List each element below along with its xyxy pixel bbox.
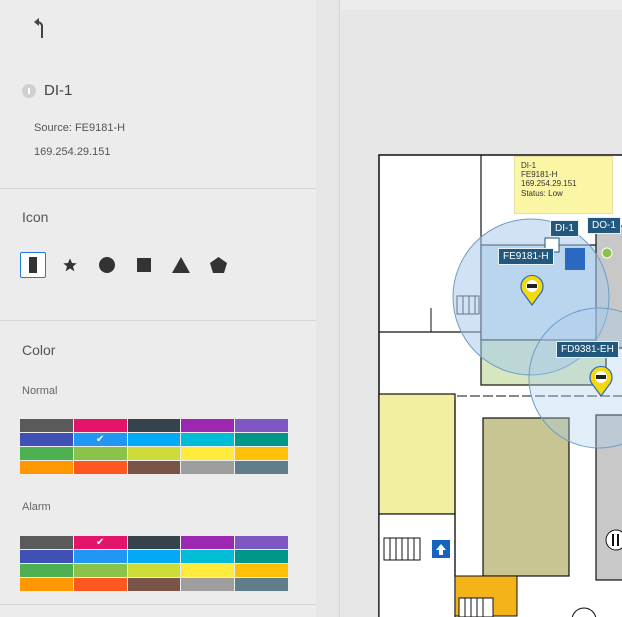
color-swatch[interactable] [127, 447, 182, 461]
color-swatch[interactable] [73, 447, 128, 461]
color-swatch[interactable] [181, 536, 236, 550]
tooltip-line: Status: Low [521, 188, 563, 198]
color-swatch[interactable] [181, 550, 236, 564]
floor-plan [378, 154, 622, 617]
device-source: Source: FE9181-H [34, 122, 126, 134]
divider [0, 320, 316, 321]
panel-splitter[interactable] [316, 0, 340, 617]
square-icon[interactable] [131, 252, 157, 278]
color-swatch[interactable] [127, 419, 182, 433]
color-swatch[interactable] [20, 461, 74, 475]
color-section-title: Color [22, 342, 56, 358]
color-swatch[interactable] [73, 578, 128, 592]
icon-section-title: Icon [22, 209, 49, 225]
circle-icon[interactable] [94, 252, 120, 278]
divider [0, 188, 316, 189]
camera-pin-icon[interactable] [520, 274, 544, 307]
color-swatch[interactable] [127, 550, 182, 564]
color-swatch[interactable] [181, 447, 236, 461]
color-swatch[interactable] [20, 536, 74, 550]
back-button[interactable] [30, 16, 54, 40]
color-swatch[interactable]: ✔ [73, 433, 128, 447]
tooltip-line: FE9181-H [521, 170, 558, 180]
color-swatch[interactable] [73, 419, 128, 433]
color-swatch[interactable]: ✔ [73, 536, 128, 550]
color-swatch[interactable] [73, 564, 128, 578]
color-swatch[interactable] [181, 433, 236, 447]
color-swatch[interactable] [20, 578, 74, 592]
device-name: DI-1 [44, 82, 73, 99]
device-info-icon [22, 83, 36, 98]
floor-map[interactable]: DI-1 FE9181-H 169.254.29.151 Status: Low… [341, 10, 622, 617]
color-swatch[interactable] [73, 550, 128, 564]
di-tag[interactable]: DI-1 [550, 220, 579, 237]
color-swatch[interactable] [73, 461, 128, 475]
camera-pin-icon[interactable] [589, 365, 613, 398]
triangle-icon[interactable] [168, 252, 194, 278]
tooltip-line: 169.254.29.151 [521, 179, 577, 189]
color-swatch[interactable] [235, 447, 289, 461]
color-swatch[interactable] [235, 578, 289, 592]
camera-tag[interactable]: FD9381-EH [556, 341, 619, 358]
color-swatch[interactable] [127, 536, 182, 550]
icon-picker [20, 252, 242, 278]
color-swatch[interactable] [235, 419, 289, 433]
device-ip: 169.254.29.151 [34, 146, 111, 158]
pentagon-icon[interactable] [205, 252, 231, 278]
color-swatch[interactable] [181, 564, 236, 578]
device-header: DI-1 [22, 82, 72, 99]
color-swatch[interactable] [20, 447, 74, 461]
color-swatch[interactable] [235, 536, 289, 550]
door-contact-icon[interactable] [20, 252, 46, 278]
color-swatch[interactable] [20, 433, 74, 447]
alarm-color-palette: ✔ [20, 536, 289, 592]
settings-panel: DI-1 Source: FE9181-H 169.254.29.151 Ico… [0, 0, 316, 617]
color-swatch[interactable] [181, 461, 236, 475]
normal-color-label: Normal [22, 385, 58, 397]
color-swatch[interactable] [235, 564, 289, 578]
color-swatch[interactable] [181, 419, 236, 433]
do-tag[interactable]: DO-1 [587, 217, 621, 234]
color-swatch[interactable] [235, 550, 289, 564]
color-swatch[interactable] [181, 578, 236, 592]
color-swatch[interactable] [235, 433, 289, 447]
normal-color-palette: ✔ [20, 419, 289, 475]
alarm-color-label: Alarm [22, 501, 51, 513]
color-swatch[interactable] [127, 564, 182, 578]
tooltip-line: DI-1 [521, 161, 537, 170]
undo-icon [34, 18, 43, 38]
divider [0, 604, 316, 605]
app-root: DI-1 Source: FE9181-H 169.254.29.151 Ico… [0, 0, 622, 617]
color-swatch[interactable] [20, 550, 74, 564]
device-tooltip: DI-1 FE9181-H 169.254.29.151 Status: Low [514, 156, 613, 214]
camera-tag[interactable]: FE9181-H [498, 248, 554, 265]
color-swatch[interactable] [20, 564, 74, 578]
color-swatch[interactable] [20, 419, 74, 433]
star-icon[interactable] [57, 252, 83, 278]
color-swatch[interactable] [127, 578, 182, 592]
color-swatch[interactable] [127, 461, 182, 475]
color-swatch[interactable] [127, 433, 182, 447]
color-swatch[interactable] [235, 461, 289, 475]
